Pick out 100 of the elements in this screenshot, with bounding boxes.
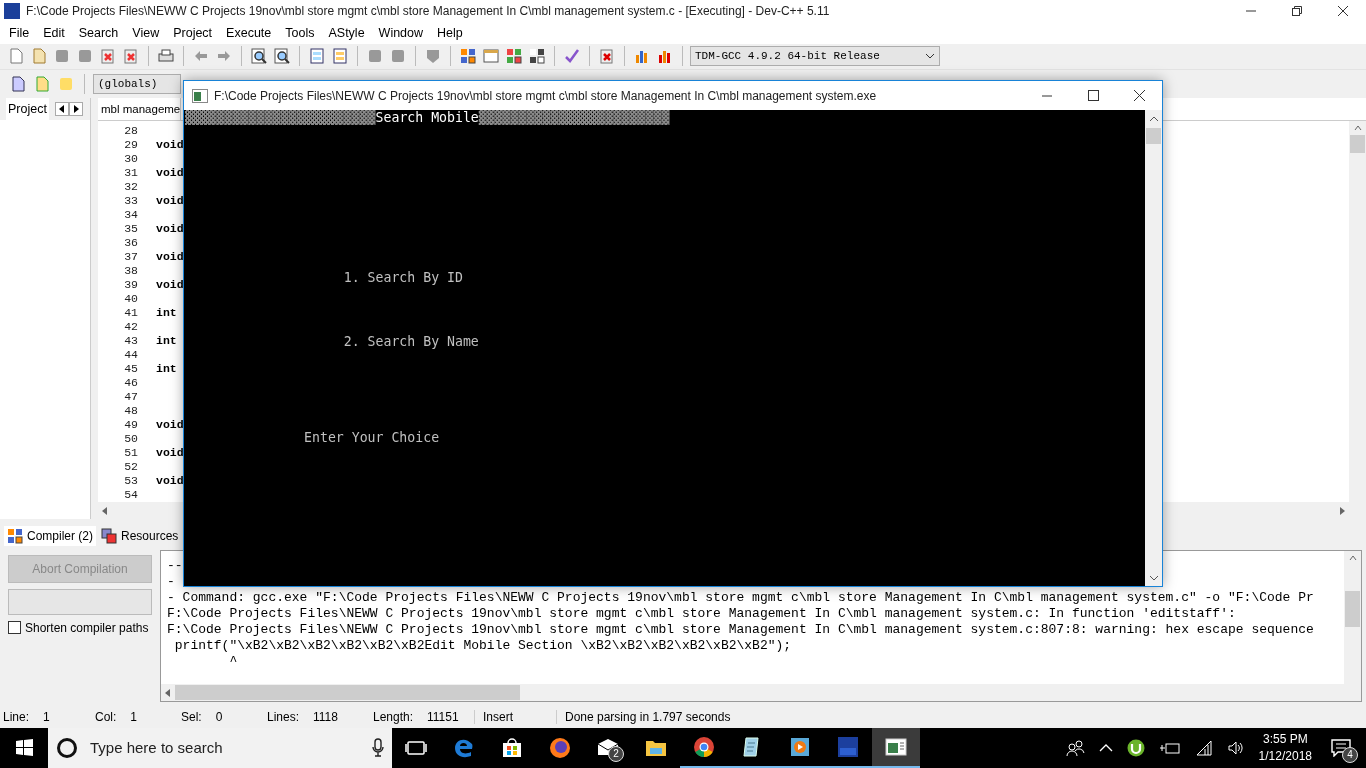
scrollbar-thumb[interactable] [1345,590,1360,627]
scroll-left-icon[interactable] [102,506,108,515]
menu-item[interactable]: Help [430,25,470,40]
code-line: void [156,445,184,460]
console-window[interactable] [183,80,1163,587]
log-line: - [167,573,175,590]
window-title: F:\Code Projects Files\NEWW C Projects 19nov\mbl store mgmt c\mbl store Management In C\mbl management system.c - [Executing] - Dev-C++ 5.11 [26,4,831,18]
taskbar-app[interactable] [872,728,920,768]
status-label: Length: [373,710,414,725]
panel-tab[interactable]: Compiler (2) [4,525,96,546]
line-number: 45 [123,361,138,376]
code-line: int [156,333,178,348]
log-line: printf("\xB2\xB2\xB2\xB2\xB2\xB2Edit Mobile Section \xB2\xB2\xB2\xB2\xB2\xB2"); [173,637,792,654]
close-icon [1338,6,1348,16]
panel-tab[interactable]: Resources [98,525,182,546]
log-line: -- [167,557,183,574]
media-player-icon [788,735,812,759]
message-icon [1331,739,1351,757]
scrollbar-thumb[interactable] [175,685,520,701]
scroll-right-icon[interactable] [1339,506,1345,515]
rebuild-icon[interactable] [527,46,547,67]
compile-run-icon[interactable] [504,46,524,67]
console-scrollbar[interactable] [1145,110,1162,586]
code-line: void [156,221,184,236]
menu-item[interactable]: Window [371,25,431,40]
scroll-left-button[interactable] [54,101,69,116]
search-field[interactable]: Type here to search [88,738,362,758]
volume-icon[interactable] [1226,740,1245,756]
status-label: Lines: [267,710,300,725]
log-line: F:\Code Projects Files\NEWW C Projects 19nov\mbl store mgmt c\mbl store Management In C\mbl management system.c:807:8: warning: hex escape sequence [167,621,1314,638]
console-window-icon [192,88,208,103]
menu-item[interactable]: Edit [36,25,72,40]
code-line: void [156,417,184,432]
shade-characters: ▓▓▓▓▓▓▓▓▓▓▓▓▓▓▓▓▓▓▓▓▓▓▓▓ [478,110,670,126]
scrollbar-thumb[interactable] [1146,128,1161,144]
indent-icon[interactable] [307,46,327,67]
status-value: Insert [483,710,513,725]
window-title: F:\Code Projects Files\NEWW C Projects 19nov\mbl store mgmt c\mbl store Management In C\mbl management system.exe [214,88,878,103]
log-scrollbar[interactable] [1344,550,1361,685]
line-number: 49 [123,417,138,432]
taskbar-app[interactable]: 2 [584,728,632,768]
find-icon[interactable] [249,46,269,67]
people-icon[interactable] [1064,738,1085,758]
line-number: 46 [123,375,138,390]
line-number: 42 [123,319,138,334]
clock-date[interactable]: 1/12/2018 [1258,748,1312,765]
line-number: 32 [123,179,138,194]
unindent-icon[interactable] [330,46,350,67]
firefox-icon [548,736,572,760]
console-window-icon [884,735,908,759]
code-line: void [156,165,184,180]
grid-icon [7,527,23,544]
store-icon [500,736,524,760]
log-horizontal-scrollbar[interactable] [161,684,1361,702]
menu-item[interactable]: Tools [278,25,322,40]
cortana-icon [56,737,78,759]
menu-item[interactable]: AStyle [321,25,372,40]
replace-icon[interactable] [272,46,292,67]
left-arrow-icon [58,104,65,113]
chrome-icon [692,735,716,759]
menu-item[interactable]: Search [71,25,126,40]
status-label: Line: [3,710,30,725]
compiler-dropdown[interactable]: TDM-GCC 4.9.2 64-bit Release [690,46,940,67]
menu-item[interactable]: File [2,25,37,40]
file-tab[interactable]: mbl manageme [98,97,182,120]
torrent-icon[interactable] [1126,739,1145,757]
app-icon [4,3,20,19]
chevron-up-icon[interactable] [1098,743,1113,753]
code-line: void [156,473,184,488]
checkbox[interactable] [8,621,21,635]
status-value: 1 [130,710,138,725]
clock-time[interactable]: 3:55 PM [1262,731,1308,748]
line-number: 44 [123,347,138,362]
status-value: 11151 [427,710,459,725]
line-number: 35 [123,221,138,236]
scope-dropdown[interactable]: (globals) [93,74,181,95]
project-tab[interactable]: Project [6,97,49,120]
line-number: 29 [123,137,138,152]
search-box[interactable]: Type here to search [48,728,392,768]
menu-item[interactable]: View [125,25,167,40]
menu-item[interactable]: Project [166,25,220,40]
action-center-button[interactable]: 4 [1326,733,1356,763]
caret-icon [925,53,935,60]
status-value: 0 [215,710,223,725]
close-icon [1133,90,1145,101]
scrollbar-thumb[interactable] [1350,134,1365,153]
vertical-scrollbar[interactable] [1349,120,1366,520]
checkbox-label: Shorten compiler paths [25,620,149,635]
menu-item[interactable]: Execute [219,25,279,40]
line-number: 34 [123,207,138,222]
compile-icon[interactable] [458,46,478,67]
status-value: 1 [43,710,50,725]
battery-icon[interactable] [1158,740,1181,756]
shade-characters: ▓▓▓▓▓▓▓▓▓▓▓▓▓▓▓▓▓▓▓▓▓▓▓▓ [185,110,376,126]
line-number: 40 [123,291,138,306]
line-number: 54 [123,487,138,502]
log-line: ^ [228,653,238,670]
line-number: 51 [123,445,138,460]
code-line: int [156,361,178,376]
status-label: Col: [95,710,117,725]
